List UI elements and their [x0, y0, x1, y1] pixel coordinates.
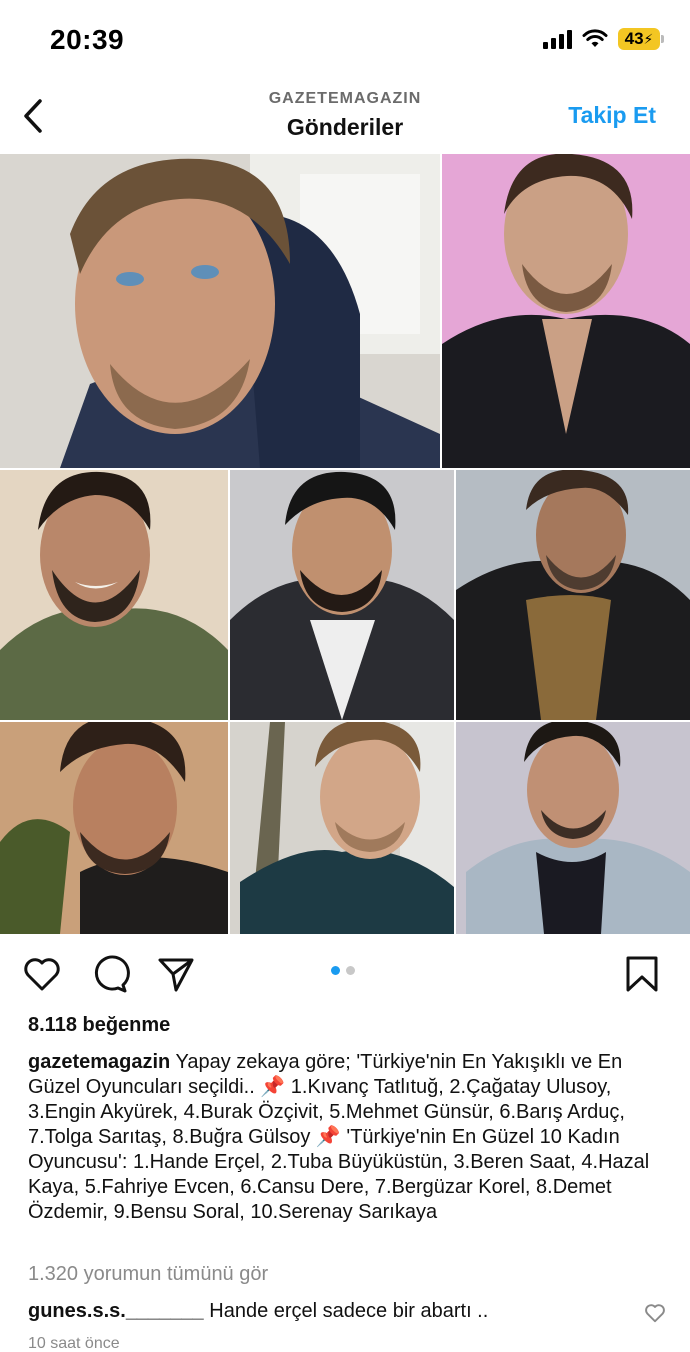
- status-icons: 43 ⚡: [543, 28, 664, 50]
- carousel-dot: [346, 966, 355, 975]
- follow-button[interactable]: Takip Et: [568, 102, 656, 129]
- post-timestamp: 10 saat önce: [28, 1335, 120, 1352]
- save-button[interactable]: [622, 954, 662, 994]
- portrait-photo-7: [230, 722, 454, 934]
- comment-username[interactable]: gunes.s.s._______: [28, 1300, 204, 1322]
- share-icon: [158, 958, 194, 992]
- portrait-photo-8: [456, 722, 690, 934]
- wifi-icon: [582, 29, 608, 47]
- post-caption: gazetemagazin Yapay zekaya göre; 'Türkiy…: [28, 1050, 668, 1225]
- portrait-photo-3: [0, 470, 228, 720]
- caption-text: Yapay zekaya göre; 'Türkiye'nin En Yakış…: [28, 1051, 650, 1223]
- status-time: 20:39: [50, 24, 125, 55]
- bookmark-icon: [626, 956, 658, 992]
- share-button[interactable]: [156, 954, 196, 994]
- battery-charging-icon: 43 ⚡: [618, 28, 664, 50]
- status-bar: 20:39 43 ⚡: [0, 0, 690, 80]
- portrait-photo-1: [0, 154, 440, 468]
- carousel-indicator: [331, 966, 355, 975]
- heart-icon: [24, 958, 60, 991]
- post-image-carousel[interactable]: [0, 154, 690, 934]
- portrait-photo-4: [230, 470, 454, 720]
- view-all-comments-link[interactable]: 1.320 yorumun tümünü gör: [28, 1263, 268, 1286]
- portrait-photo-2: [442, 154, 690, 468]
- top-nav: GAZETEMAGAZIN Gönderiler Takip Et: [0, 80, 690, 154]
- portrait-photo-5: [456, 470, 690, 720]
- likes-count[interactable]: 8.118 beğenme: [28, 1014, 170, 1037]
- heart-icon: [645, 1304, 665, 1323]
- signal-icon: [543, 29, 572, 49]
- caption-username[interactable]: gazetemagazin: [28, 1051, 170, 1073]
- portrait-photo-6: [0, 722, 228, 934]
- post-actions: [0, 948, 690, 1000]
- comment-preview: gunes.s.s._______ Hande erçel sadece bir…: [28, 1300, 638, 1323]
- comment-like-button[interactable]: [644, 1302, 666, 1324]
- battery-level: 43: [624, 29, 644, 48]
- comment-icon: [94, 955, 130, 993]
- comment-button[interactable]: [90, 954, 130, 994]
- comment-text: Hande erçel sadece bir abartı ..: [209, 1300, 489, 1322]
- carousel-dot-active: [331, 966, 340, 975]
- like-button[interactable]: [22, 954, 62, 994]
